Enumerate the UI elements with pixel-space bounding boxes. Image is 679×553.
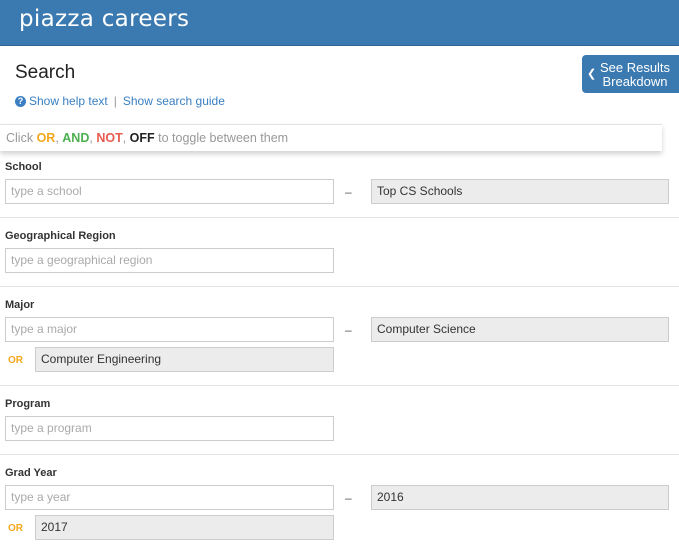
region-label: Geographical Region bbox=[5, 230, 116, 242]
major-or-toggle[interactable]: OR bbox=[8, 355, 23, 366]
school-dash: – bbox=[345, 185, 352, 199]
help-links-row: ? Show help text | Show search guide bbox=[15, 94, 225, 108]
toggle-not-label: NOT bbox=[96, 131, 123, 145]
program-input[interactable]: type a program bbox=[5, 416, 334, 441]
grad-year-or-value[interactable]: 2017 bbox=[35, 515, 334, 540]
major-selected-value[interactable]: Computer Science bbox=[371, 317, 669, 342]
toggle-and-label: AND bbox=[62, 131, 90, 145]
toggle-or-label: OR bbox=[36, 131, 56, 145]
results-button-label: See Results Breakdown bbox=[599, 60, 671, 89]
page-title: Search bbox=[15, 62, 76, 83]
region-input[interactable]: type a geographical region bbox=[5, 248, 334, 273]
major-label: Major bbox=[5, 299, 35, 311]
show-help-text-link[interactable]: Show help text bbox=[29, 94, 108, 108]
major-input[interactable]: type a major bbox=[5, 317, 334, 342]
toggle-hint-suffix: to toggle between them bbox=[154, 131, 289, 145]
toggle-off-label: OFF bbox=[129, 131, 155, 145]
toggle-hint-prefix: Click bbox=[6, 131, 37, 145]
link-separator: | bbox=[113, 94, 117, 108]
school-selected-value[interactable]: Top CS Schools bbox=[371, 179, 669, 204]
search-header bbox=[0, 46, 679, 124]
see-results-breakdown-button[interactable]: ❮ See Results Breakdown bbox=[582, 55, 679, 93]
grad-year-label: Grad Year bbox=[5, 467, 57, 479]
grad-year-input[interactable]: type a year bbox=[5, 485, 334, 510]
major-or-value[interactable]: Computer Engineering bbox=[35, 347, 334, 372]
grad-year-or-toggle[interactable]: OR bbox=[8, 523, 23, 534]
program-label: Program bbox=[5, 398, 51, 410]
piazza-careers-logo[interactable]: piazza careers bbox=[19, 6, 189, 32]
chevron-left-icon: ❮ bbox=[587, 68, 597, 80]
grad-year-dash: – bbox=[345, 491, 352, 505]
school-input[interactable]: type a school bbox=[5, 179, 334, 204]
major-dash: – bbox=[345, 323, 352, 337]
show-search-guide-link[interactable]: Show search guide bbox=[123, 94, 225, 108]
toggle-comma-3: , bbox=[122, 131, 130, 145]
toggle-hint-bar: Click OR, AND, NOT, OFF to toggle betwee… bbox=[0, 124, 662, 151]
grad-year-selected-value[interactable]: 2016 bbox=[371, 485, 669, 510]
school-label: School bbox=[5, 161, 42, 173]
help-icon[interactable]: ? bbox=[15, 96, 26, 107]
top-nav-bar: piazza careers bbox=[0, 0, 679, 46]
